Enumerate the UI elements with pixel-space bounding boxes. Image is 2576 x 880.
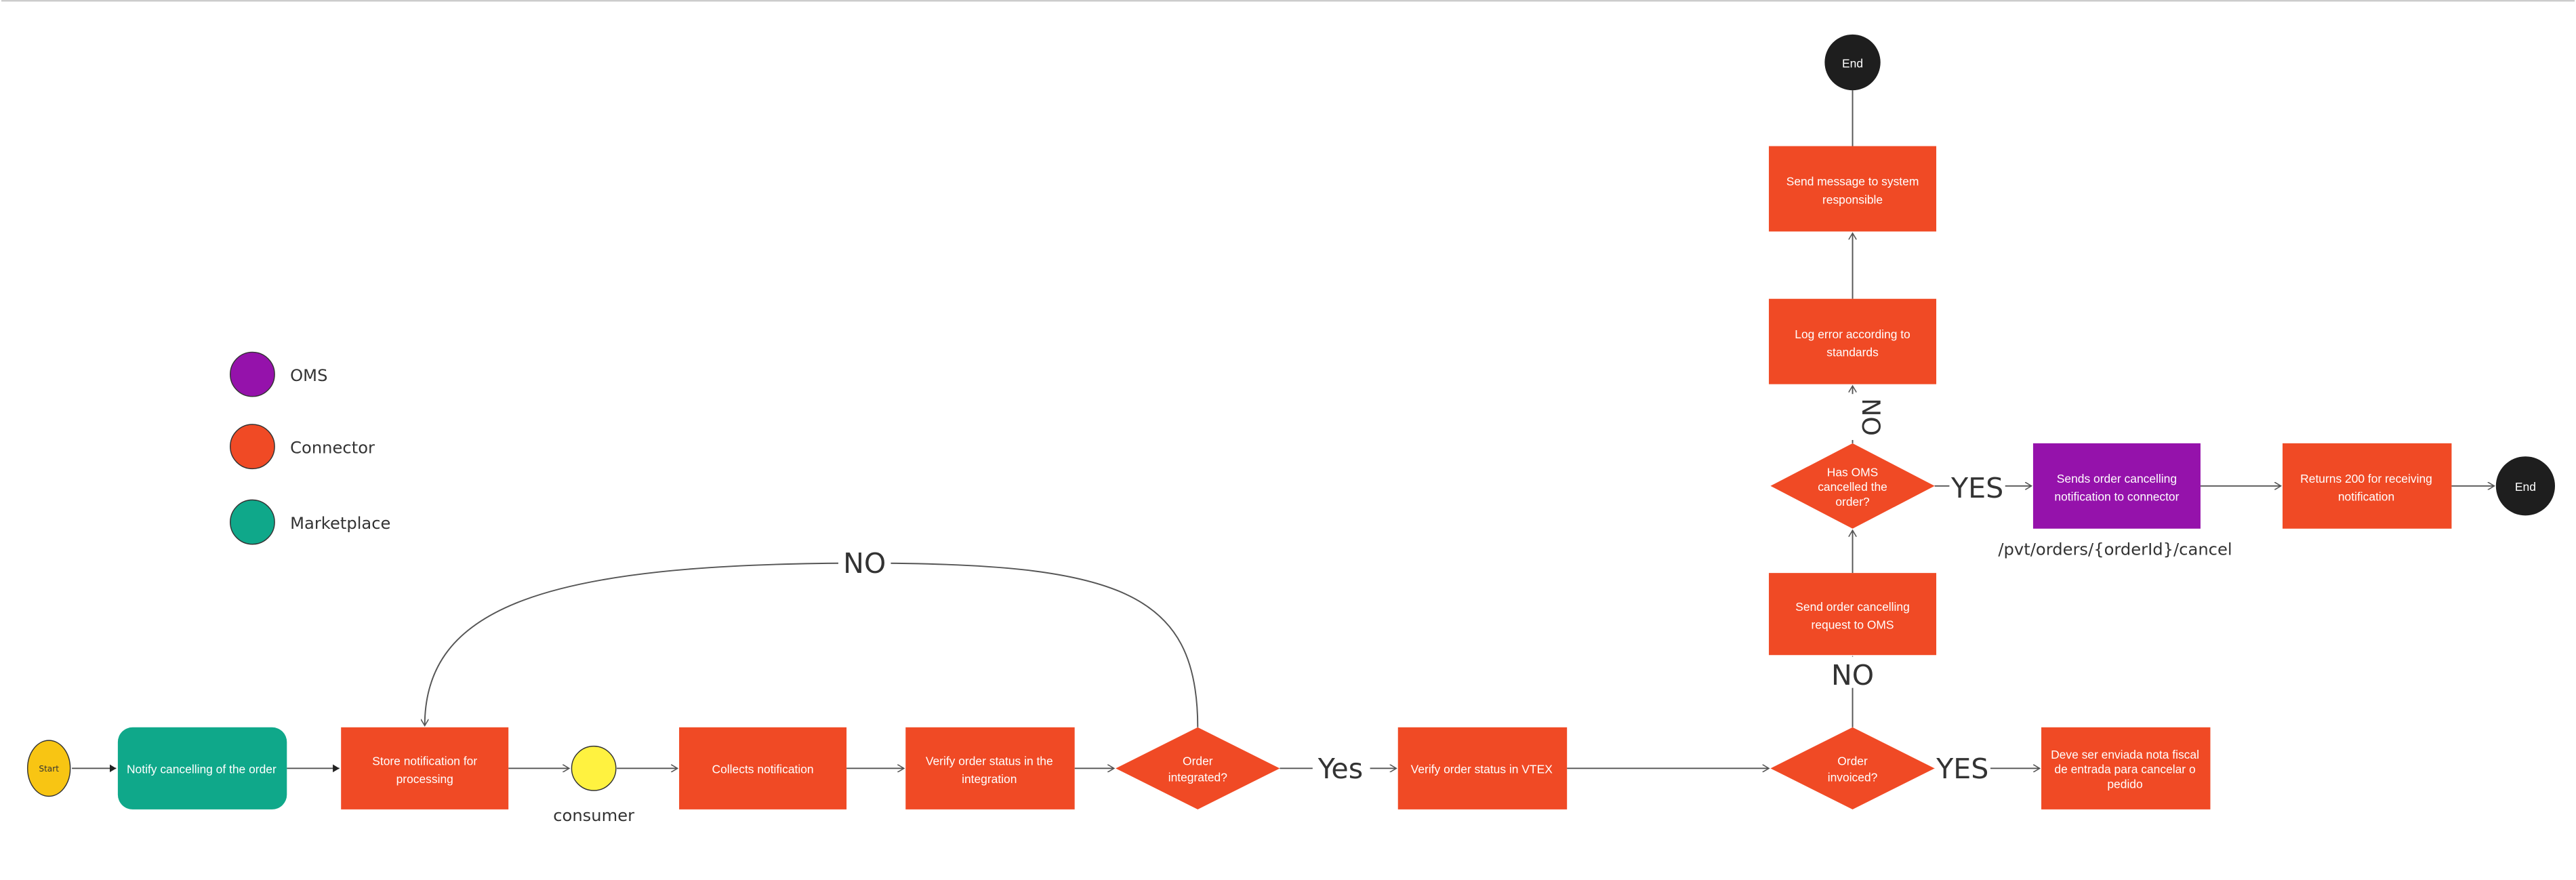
node-log-error[interactable]: Log error according to standards <box>1769 298 1937 384</box>
node-verify-integration[interactable]: Verify order status in the integration <box>905 727 1075 809</box>
node-sends-notification-connector[interactable]: Sends order cancelling notification to c… <box>2032 443 2201 529</box>
edge-label-no-oms: NO <box>1856 398 1885 436</box>
svg-text:pedido: pedido <box>2107 777 2142 791</box>
edge-label-no-loop: NO <box>843 547 886 580</box>
node-send-request-oms[interactable]: Send order cancelling request to OMS <box>1769 573 1937 656</box>
node-verify-vtex[interactable]: Verify order status in VTEX <box>1397 727 1568 809</box>
svg-text:Send message to system: Send message to system <box>1786 175 1919 188</box>
svg-text:Store notification for: Store notification for <box>372 754 477 767</box>
svg-text:Send order cancelling: Send order cancelling <box>1795 600 1910 614</box>
svg-text:notification: notification <box>2338 490 2394 504</box>
node-notify-cancelling[interactable]: Notify cancelling of the order <box>117 727 287 809</box>
svg-text:integration: integration <box>962 772 1017 786</box>
node-send-message[interactable]: Send message to system responsible <box>1769 146 1937 232</box>
svg-text:standards: standards <box>1826 345 1879 359</box>
svg-text:request to OMS: request to OMS <box>1812 618 1894 631</box>
svg-text:Notify cancelling of the order: Notify cancelling of the order <box>127 763 277 776</box>
svg-text:processing: processing <box>396 772 453 786</box>
svg-text:Order: Order <box>1837 754 1868 767</box>
svg-text:responsible: responsible <box>1822 193 1883 206</box>
endpoint-label: /pvt/orders/{orderId}/cancel <box>1998 540 2232 559</box>
svg-text:invoiced?: invoiced? <box>1828 771 1878 784</box>
node-returns-200[interactable]: Returns 200 for receiving notification <box>2283 443 2452 529</box>
svg-text:Order: Order <box>1183 754 1213 767</box>
svg-text:Start: Start <box>39 764 59 774</box>
decision-order-integrated[interactable]: Order integrated? <box>1116 727 1280 809</box>
svg-text:cancelled the: cancelled the <box>1818 480 1887 494</box>
decision-order-invoiced[interactable]: Order invoiced? <box>1770 727 1935 809</box>
svg-text:Collects notification: Collects notification <box>712 763 814 776</box>
svg-text:Returns 200 for receiving: Returns 200 for receiving <box>2300 472 2432 485</box>
legend-oms-label: OMS <box>290 366 327 385</box>
svg-text:Verify order status in VTEX: Verify order status in VTEX <box>1411 763 1553 776</box>
svg-text:Verify order status in the: Verify order status in the <box>926 754 1053 767</box>
svg-text:Deve ser enviada nota fiscal: Deve ser enviada nota fiscal <box>2051 748 2199 761</box>
edge-label-no-invoiced: NO <box>1831 659 1874 692</box>
legend-oms-swatch <box>230 351 275 397</box>
node-collects-notification[interactable]: Collects notification <box>679 727 847 809</box>
flowchart-canvas: OMS Connector Marketplace NO Yes YES NO … <box>1 0 2575 825</box>
node-start[interactable]: Start <box>26 740 71 797</box>
svg-text:End: End <box>1842 56 1863 70</box>
svg-text:order?: order? <box>1835 495 1870 508</box>
edge-label-yes-oms: YES <box>1950 472 2003 504</box>
edge-label-yes-invoiced: YES <box>1936 753 1988 785</box>
node-nota-fiscal[interactable]: Deve ser enviada nota fiscal de entrada … <box>2041 727 2211 809</box>
node-end-right[interactable]: End <box>2495 456 2556 516</box>
node-end-top[interactable]: End <box>1824 34 1881 91</box>
legend: OMS Connector Marketplace <box>230 351 390 545</box>
legend-connector-label: Connector <box>290 438 375 457</box>
node-consumer[interactable] <box>571 745 617 791</box>
svg-text:Has OMS: Has OMS <box>1827 465 1879 479</box>
svg-text:Log error according to: Log error according to <box>1795 327 1910 341</box>
svg-text:integrated?: integrated? <box>1168 771 1227 784</box>
legend-marketplace-swatch <box>230 499 275 545</box>
legend-connector-swatch <box>230 424 275 470</box>
svg-text:notification to connector: notification to connector <box>2054 490 2179 504</box>
svg-text:Sends order cancelling: Sends order cancelling <box>2057 472 2177 485</box>
svg-text:End: End <box>2515 480 2536 494</box>
consumer-label: consumer <box>553 806 634 825</box>
legend-marketplace-label: Marketplace <box>290 514 390 533</box>
edge-label-yes-integrated: Yes <box>1317 753 1363 785</box>
edges <box>72 90 2494 773</box>
svg-text:de entrada para cancelar o: de entrada para cancelar o <box>2054 763 2195 776</box>
node-store-notification[interactable]: Store notification for processing <box>341 727 509 809</box>
decision-has-oms-cancelled[interactable]: Has OMS cancelled the order? <box>1770 443 1935 529</box>
